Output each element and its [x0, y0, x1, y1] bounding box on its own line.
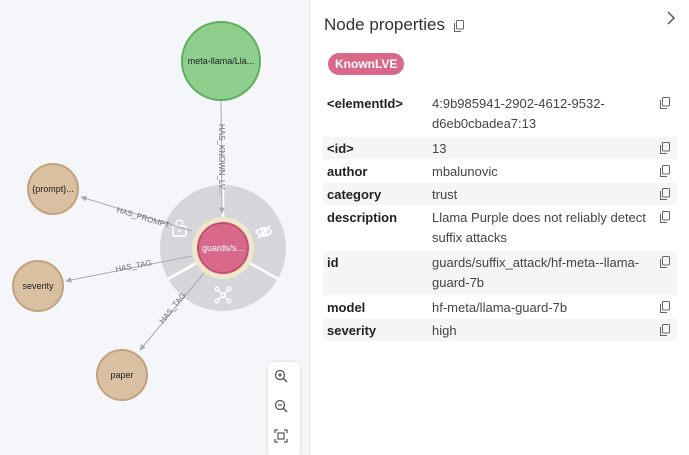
edge-label-has-tag-paper: HAS_TAG — [158, 291, 188, 325]
copy-icon[interactable] — [660, 142, 670, 154]
property-row: <id> 13 — [323, 137, 677, 159]
fit-to-screen-icon — [274, 429, 288, 443]
property-value: Llama Purple does not reliably detect su… — [432, 210, 646, 245]
zoom-out-icon — [274, 399, 288, 413]
copy-icon[interactable] — [660, 188, 670, 200]
zoom-in-button[interactable] — [274, 369, 294, 389]
edge-label-has-known-lve: HAS_KNOWN_LV... — [217, 124, 226, 195]
node-paper[interactable]: paper — [96, 349, 148, 401]
copy-icon[interactable] — [660, 165, 670, 177]
edge-label-has-prompt: HAS_PROMPT — [115, 205, 170, 230]
property-row: author mbalunovic — [323, 160, 677, 182]
property-value: high — [432, 323, 457, 338]
property-row: category trust — [323, 183, 677, 205]
zoom-in-icon — [274, 369, 288, 383]
zoom-toolbar — [268, 362, 300, 455]
graph-canvas[interactable]: HAS_KNOWN_LV... HAS_PROMPT HAS_TAG HAS_T… — [0, 0, 309, 455]
property-key: <id> — [327, 141, 354, 156]
node-label: paper — [110, 370, 133, 380]
property-value: guards/suffix_attack/hf-meta--llama-guar… — [432, 255, 640, 290]
property-key: category — [327, 187, 382, 202]
copy-icon[interactable] — [660, 211, 670, 223]
collapse-panel-button[interactable] — [666, 10, 680, 28]
property-key: id — [327, 255, 339, 270]
node-properties-panel: Node properties KnownLVE <elementId> 4:9b… — [309, 0, 689, 455]
property-key: model — [327, 300, 366, 315]
graph-svg[interactable]: HAS_KNOWN_LV... HAS_PROMPT HAS_TAG HAS_T… — [0, 0, 309, 455]
property-row: description Llama Purple does not reliabl… — [323, 206, 677, 250]
node-llama[interactable]: meta-llama/Lla... — [181, 21, 261, 101]
property-value: 13 — [432, 141, 447, 156]
node-severity[interactable]: severity — [12, 260, 64, 312]
property-key: description — [327, 210, 398, 225]
property-row: severity high — [323, 319, 677, 341]
node-label: {prompt}... — [32, 184, 74, 194]
chevron-right-icon — [667, 11, 676, 25]
copy-icon[interactable] — [454, 19, 464, 37]
copy-icon[interactable] — [660, 256, 670, 268]
label-badge[interactable]: KnownLVE — [328, 53, 405, 75]
fit-to-screen-button[interactable] — [274, 429, 294, 449]
property-row: id guards/suffix_attack/hf-meta--llama-gu… — [323, 251, 677, 295]
copy-icon[interactable] — [660, 301, 670, 313]
property-key: author — [327, 164, 368, 179]
property-value: mbalunovic — [432, 164, 498, 179]
copy-icon[interactable] — [660, 324, 670, 336]
property-row: <elementId> 4:9b985941-2902-4612-9532-d6e… — [323, 92, 677, 136]
node-label: meta-llama/Lla... — [188, 56, 255, 66]
zoom-out-button[interactable] — [274, 399, 294, 419]
node-label: severity — [22, 281, 54, 291]
panel-title: Node properties — [324, 15, 445, 34]
property-key: severity — [327, 323, 377, 338]
copy-icon[interactable] — [660, 97, 670, 109]
edge-label-has-tag-severity: HAS_TAG — [115, 258, 153, 274]
node-guards-selected[interactable]: guards/s... — [192, 217, 254, 279]
property-value: hf-meta/llama-guard-7b — [432, 300, 568, 315]
node-prompt[interactable]: {prompt}... — [27, 163, 79, 215]
node-label: guards/s... — [202, 243, 244, 253]
property-key: <elementId> — [327, 96, 403, 111]
property-row: model hf-meta/llama-guard-7b — [323, 296, 677, 318]
property-value: 4:9b985941-2902-4612-9532-d6eb0cbadea7:1… — [432, 96, 605, 131]
property-value: trust — [432, 187, 458, 202]
